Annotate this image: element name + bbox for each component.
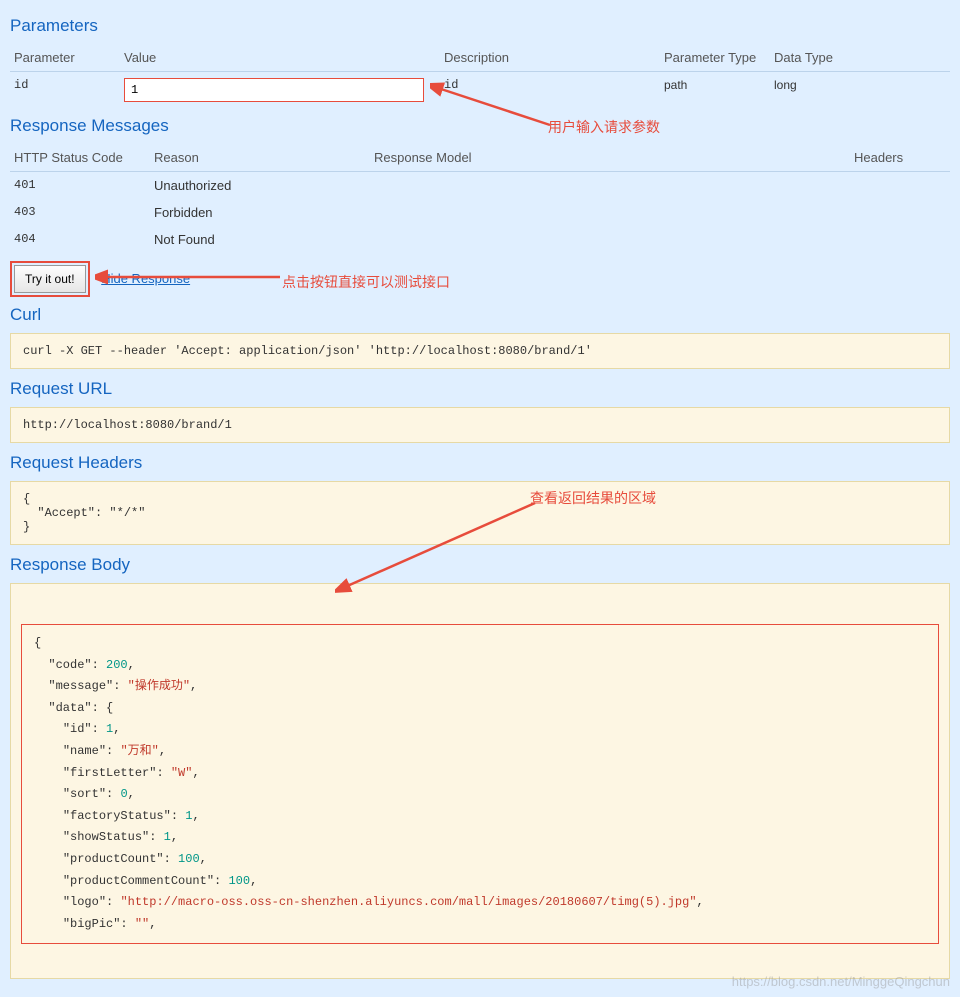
annotation-input-param: 用户输入请求参数: [548, 117, 660, 137]
status-reason: Not Found: [150, 226, 370, 253]
col-headers: Headers: [850, 144, 950, 172]
col-model: Response Model: [370, 144, 850, 172]
param-description: id: [440, 72, 660, 109]
col-data-type: Data Type: [770, 44, 950, 72]
param-type: path: [660, 72, 770, 109]
col-value: Value: [120, 44, 440, 72]
col-http-code: HTTP Status Code: [10, 144, 150, 172]
annotation-click-test: 点击按钮直接可以测试接口: [282, 272, 450, 292]
col-description: Description: [440, 44, 660, 72]
curl-command: curl -X GET --header 'Accept: applicatio…: [10, 333, 950, 369]
param-name: id: [10, 72, 120, 109]
parameters-table: Parameter Value Description Parameter Ty…: [10, 44, 950, 108]
table-row: id id path long: [10, 72, 950, 109]
status-code: 404: [10, 226, 150, 253]
response-messages-table: HTTP Status Code Reason Response Model H…: [10, 144, 950, 253]
request-headers-title: Request Headers: [10, 453, 950, 473]
status-code: 403: [10, 199, 150, 226]
param-value-input[interactable]: [124, 78, 424, 102]
watermark: https://blog.csdn.net/MinggeQingchun: [732, 974, 950, 989]
col-param-type: Parameter Type: [660, 44, 770, 72]
response-messages-title: Response Messages: [10, 116, 950, 136]
table-row: 401 Unauthorized: [10, 172, 950, 200]
request-url-value: http://localhost:8080/brand/1: [10, 407, 950, 443]
col-parameter: Parameter: [10, 44, 120, 72]
col-reason: Reason: [150, 144, 370, 172]
status-code: 401: [10, 172, 150, 200]
try-it-out-button[interactable]: Try it out!: [14, 265, 86, 293]
request-headers-value: { "Accept": "*/*" }: [10, 481, 950, 545]
response-body-title: Response Body: [10, 555, 950, 575]
param-datatype: long: [770, 72, 950, 109]
response-body-value: { "code": 200, "message": "操作成功", "data"…: [21, 624, 939, 944]
response-body-container: { "code": 200, "message": "操作成功", "data"…: [10, 583, 950, 979]
table-row: 404 Not Found: [10, 226, 950, 253]
curl-title: Curl: [10, 305, 950, 325]
hide-response-link[interactable]: Hide Response: [101, 271, 190, 286]
status-reason: Unauthorized: [150, 172, 370, 200]
request-url-title: Request URL: [10, 379, 950, 399]
table-row: 403 Forbidden: [10, 199, 950, 226]
parameters-title: Parameters: [10, 16, 950, 36]
status-reason: Forbidden: [150, 199, 370, 226]
annotation-view-result: 查看返回结果的区域: [530, 488, 656, 508]
